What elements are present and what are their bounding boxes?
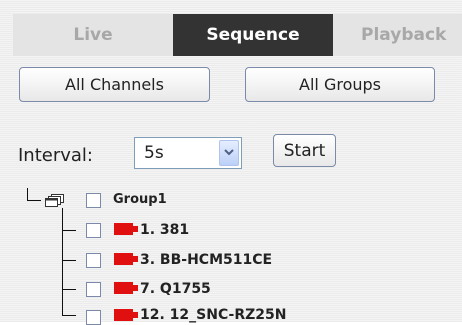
tree-line [27,200,41,201]
group-label: Group1 [113,192,167,207]
all-channels-button[interactable]: All Channels [19,67,210,102]
channel-checkbox[interactable] [86,282,101,297]
tab-bar: Live Sequence Playback [13,14,462,56]
group-windows-icon [45,193,67,207]
tab-playback[interactable]: Playback [333,14,462,56]
channel-checkbox[interactable] [86,310,101,325]
start-button[interactable]: Start [273,134,336,167]
interval-select[interactable]: 5s [134,137,242,169]
channel-label: 12. 12_SNC-RZ25N [140,307,287,323]
all-groups-button[interactable]: All Groups [245,67,435,102]
camera-icon [114,220,138,235]
tree-line [27,188,28,200]
camera-icon [114,250,138,265]
chevron-down-icon[interactable] [219,140,239,166]
channel-label: 3. BB-HCM511CE [140,252,273,268]
channel-label: 1. 381 [140,222,190,238]
camera-icon [114,279,138,294]
tree-line [62,208,63,315]
tree-line [62,289,76,290]
interval-select-value: 5s [144,143,164,163]
channel-checkbox[interactable] [86,253,101,268]
tree-line [62,315,76,316]
channel-checkbox[interactable] [86,223,101,238]
tree-line [62,260,76,261]
sequence-panel: Live Sequence Playback All Channels All … [0,0,462,325]
channel-label: 7. Q1755 [140,281,211,297]
tree-line [62,230,76,231]
tab-sequence[interactable]: Sequence [173,14,333,56]
group-checkbox[interactable] [86,193,101,208]
tab-live[interactable]: Live [13,14,173,56]
camera-icon [114,306,138,321]
interval-label: Interval: [18,145,93,166]
